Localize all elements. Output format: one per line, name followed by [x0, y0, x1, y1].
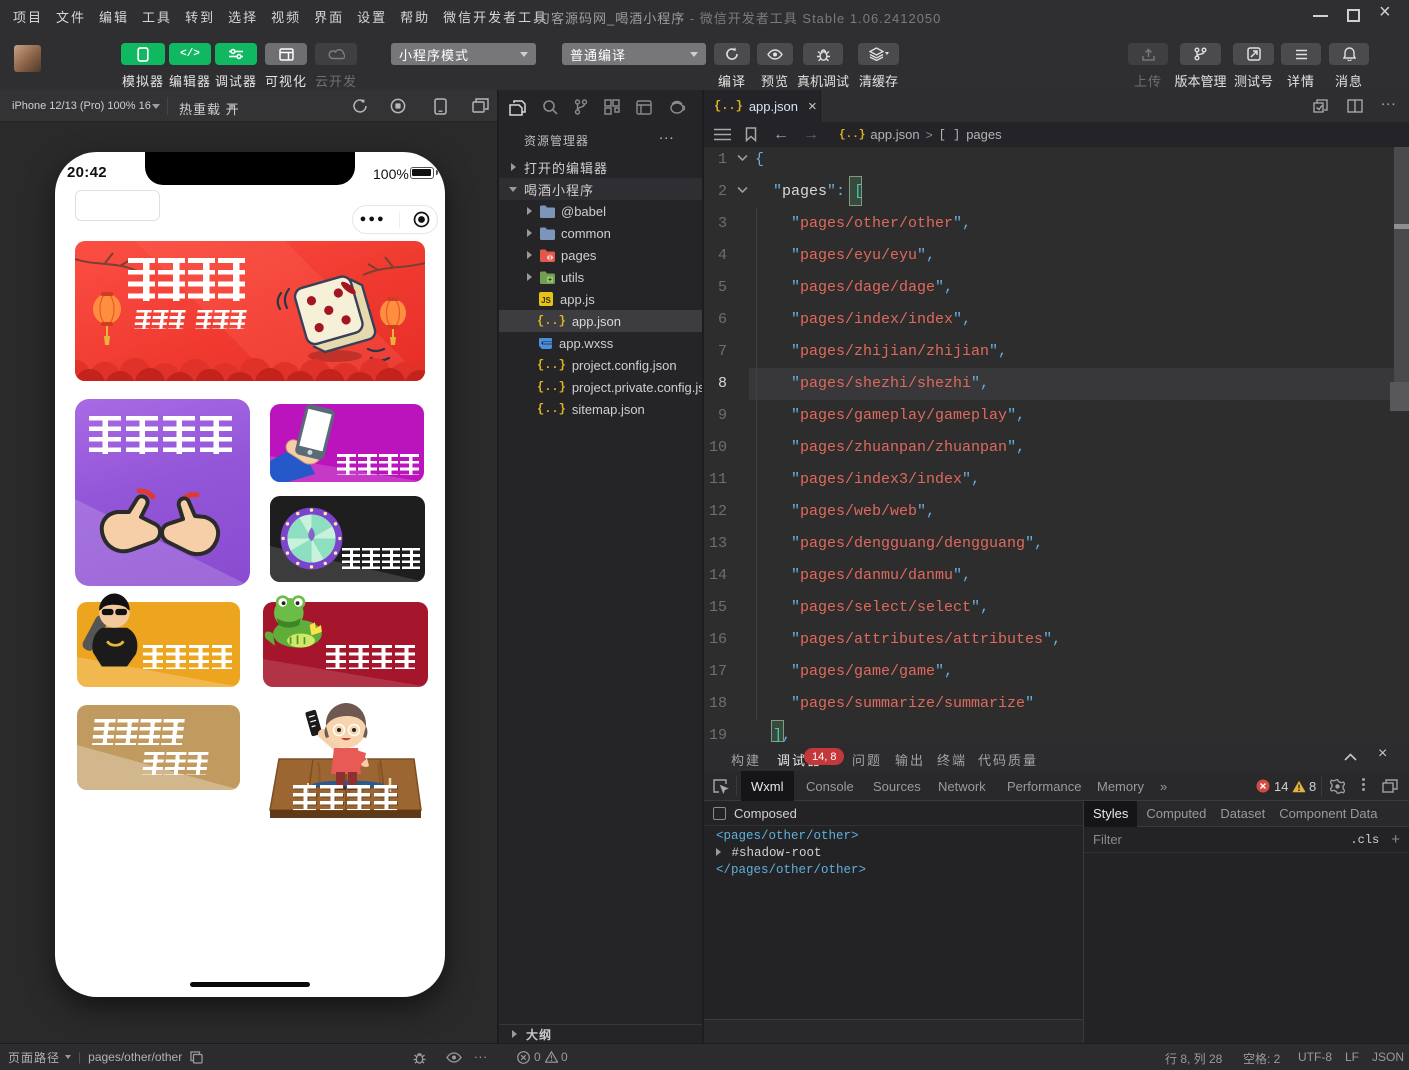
svg-text:JS: JS [541, 296, 551, 305]
